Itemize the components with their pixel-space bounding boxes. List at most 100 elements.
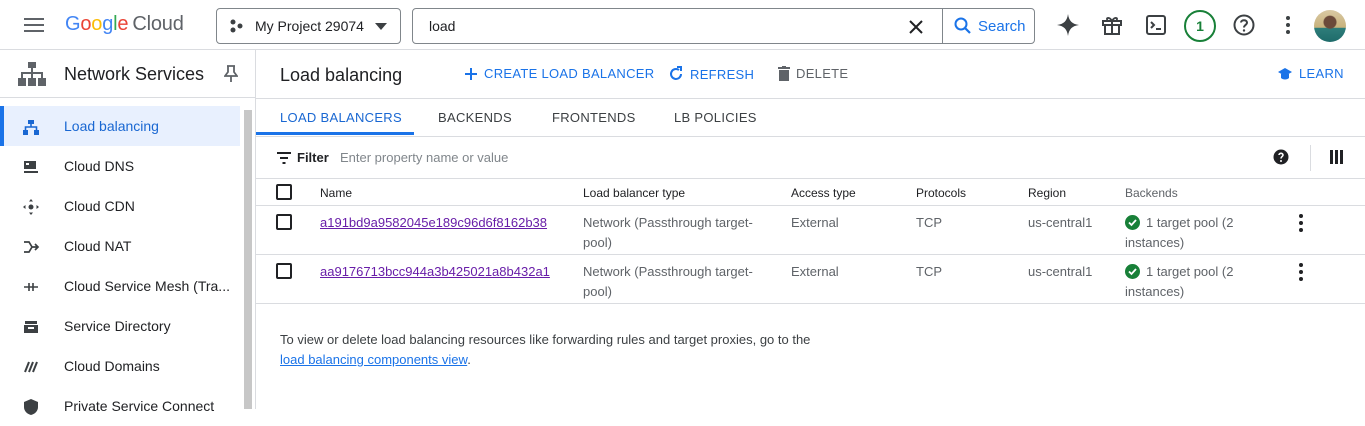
more-vert-icon[interactable] <box>1299 214 1303 232</box>
access-type: External <box>791 215 839 230</box>
notifications-badge[interactable]: 1 <box>1184 10 1216 42</box>
cloud-dns-icon <box>24 161 38 173</box>
tab-load-balancers[interactable]: LOAD BALANCERS <box>280 99 402 136</box>
protocols: TCP <box>916 215 942 230</box>
refresh-label: REFRESH <box>690 66 755 82</box>
filter-input[interactable]: Enter property name or value <box>340 150 508 165</box>
search-bar: load Search <box>412 8 1035 44</box>
column-header-name[interactable]: Name <box>320 186 352 200</box>
create-load-balancer-label: CREATE LOAD BALANCER <box>484 66 655 81</box>
service-mesh-icon <box>24 283 38 291</box>
main-menu-icon[interactable] <box>20 15 48 35</box>
delete-button[interactable]: DELETE <box>778 66 848 81</box>
active-tab-indicator <box>256 132 414 135</box>
region: us-central1 <box>1028 215 1093 230</box>
components-note: To view or delete load balancing resourc… <box>280 330 820 370</box>
filter-bar: Filter Enter property name or value <box>256 136 1365 178</box>
sidebar-header: Network Services <box>0 50 255 98</box>
network-services-icon <box>18 62 46 86</box>
filter-label: Filter <box>297 150 329 165</box>
load-balancer-name-link[interactable]: a191bd9a9582045e189c96d6f8162b38 <box>320 213 547 233</box>
table-header: Name Load balancer type Access type Prot… <box>256 178 1365 206</box>
column-header-protocols[interactable]: Protocols <box>916 186 966 200</box>
sidebar-item-label: Cloud Domains <box>64 358 160 374</box>
search-button[interactable]: Search <box>942 9 1034 43</box>
private-service-connect-icon <box>24 399 38 415</box>
refresh-icon <box>670 66 682 80</box>
learn-button[interactable]: LEARN <box>1277 66 1344 81</box>
load-balancer-name-link[interactable]: aa9176713bcc944a3b425021a8b432a1 <box>320 262 550 282</box>
help-icon[interactable] <box>1273 149 1289 165</box>
sidebar-item-label: Service Directory <box>64 318 171 334</box>
backends-status: 1 target pool (2 instances) <box>1125 213 1265 253</box>
table-row: a191bd9a9582045e189c96d6f8162b38 Network… <box>256 206 1365 255</box>
help-icon[interactable] <box>1232 13 1256 37</box>
project-icon <box>230 19 243 33</box>
top-app-bar: Google Cloud My Project 29074 load Search… <box>0 0 1365 50</box>
gemini-sparkle-icon[interactable] <box>1056 13 1080 37</box>
search-button-label: Search <box>978 17 1026 35</box>
select-all-checkbox[interactable] <box>276 184 292 200</box>
region: us-central1 <box>1028 264 1093 279</box>
column-header-type[interactable]: Load balancer type <box>583 186 685 200</box>
create-load-balancer-button[interactable]: CREATE LOAD BALANCER <box>464 66 654 81</box>
sidebar-item-cloud-service-mesh[interactable]: Cloud Service Mesh (Tra... <box>0 266 240 306</box>
chevron-down-icon <box>375 23 387 30</box>
sidebar-item-private-service-connect[interactable]: Private Service Connect <box>0 386 240 426</box>
sidebar-item-label: Cloud CDN <box>64 198 135 214</box>
learn-label: LEARN <box>1299 66 1344 81</box>
more-vert-icon[interactable] <box>1299 263 1303 281</box>
tab-frontends[interactable]: FRONTENDS <box>552 99 636 136</box>
avatar[interactable] <box>1314 10 1346 42</box>
access-type: External <box>791 264 839 279</box>
row-checkbox[interactable] <box>276 214 292 230</box>
sidebar-item-load-balancing[interactable]: Load balancing <box>0 106 240 146</box>
pin-icon[interactable] <box>224 65 238 83</box>
column-header-backends: Backends <box>1125 186 1178 200</box>
sidebar-item-label: Private Service Connect <box>64 398 215 414</box>
protocols: TCP <box>916 264 942 279</box>
main-content: Load balancing CREATE LOAD BALANCER REFR… <box>256 50 1365 409</box>
backends-status: 1 target pool (2 instances) <box>1125 262 1265 302</box>
cloud-nat-icon <box>24 241 40 253</box>
refresh-button[interactable]: REFRESH <box>668 66 754 82</box>
column-display-icon[interactable] <box>1330 150 1344 164</box>
components-view-link[interactable]: load balancing components view <box>280 352 467 367</box>
column-header-region[interactable]: Region <box>1028 186 1066 200</box>
sidebar-item-label: Cloud Service Mesh (Tra... <box>64 278 230 294</box>
add-icon <box>465 67 477 80</box>
project-picker[interactable]: My Project 29074 <box>216 8 401 44</box>
tab-bar: LOAD BALANCERS BACKENDS FRONTENDS LB POL… <box>256 98 1365 135</box>
sidebar-item-cloud-nat[interactable]: Cloud NAT <box>0 226 240 266</box>
search-input[interactable]: load <box>429 18 455 34</box>
column-header-access[interactable]: Access type <box>791 186 856 200</box>
row-checkbox[interactable] <box>276 263 292 279</box>
load-balancer-type: Network (Passthrough target-pool) <box>583 264 753 299</box>
sidebar-item-cloud-domains[interactable]: Cloud Domains <box>0 346 240 386</box>
more-vert-icon[interactable] <box>1276 13 1300 37</box>
sidebar-item-label: Load balancing <box>64 118 159 134</box>
sidebar-item-cloud-cdn[interactable]: Cloud CDN <box>0 186 240 226</box>
cloud-shell-icon[interactable] <box>1144 13 1168 37</box>
tab-backends[interactable]: BACKENDS <box>438 99 512 136</box>
sidebar-title: Network Services <box>64 64 205 84</box>
divider <box>1310 145 1311 171</box>
tab-lb-policies[interactable]: LB POLICIES <box>674 99 757 136</box>
note-end: . <box>467 352 471 367</box>
cloud-domains-icon <box>24 361 38 373</box>
cloud-cdn-icon <box>23 199 39 215</box>
delete-label: DELETE <box>796 66 849 81</box>
check-circle-icon <box>1125 264 1140 279</box>
sidebar-item-service-directory[interactable]: Service Directory <box>0 306 240 346</box>
gift-icon[interactable] <box>1100 13 1124 37</box>
sidebar-item-cloud-dns[interactable]: Cloud DNS <box>0 146 240 186</box>
service-directory-icon <box>24 321 38 333</box>
load-balancer-type: Network (Passthrough target-pool) <box>583 215 753 250</box>
backends-text: 1 target pool (2 instances) <box>1125 264 1234 299</box>
school-icon <box>1278 67 1292 79</box>
sidebar-item-label: Cloud DNS <box>64 158 135 174</box>
sidebar-scrollbar[interactable] <box>244 110 252 409</box>
check-circle-icon <box>1125 215 1140 230</box>
close-icon[interactable] <box>906 17 926 37</box>
google-cloud-logo[interactable]: Google Cloud <box>65 13 184 36</box>
